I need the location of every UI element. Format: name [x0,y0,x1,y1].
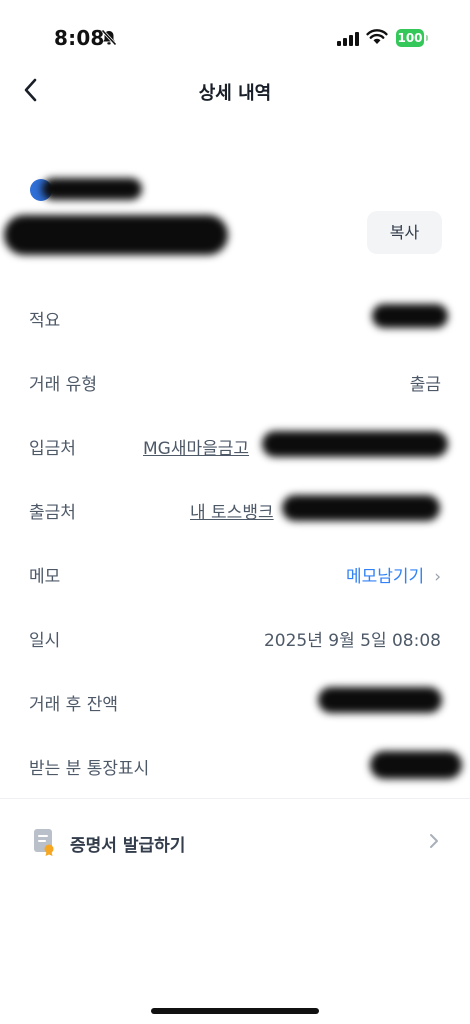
transaction-type-label: 거래 유형 [29,375,97,395]
detail-row-withdraw-from: 출금처 내 토스뱅크 [0,490,470,530]
bell-muted-icon [101,29,117,50]
detail-row-summary: 적요 [0,298,470,338]
redacted-account-name [42,178,142,200]
page-title: 상세 내역 [198,83,272,104]
redacted-withdraw-account [282,495,440,521]
wifi-icon [366,29,388,49]
summary-label: 적요 [29,311,61,331]
redacted-amount [4,215,228,255]
memo-label: 메모 [29,567,61,587]
deposit-to-link[interactable]: MG새마을금고 [143,434,249,459]
home-indicator [151,1008,319,1014]
certificate-icon [32,826,56,856]
section-divider [0,798,470,799]
detail-row-balance-after: 거래 후 잔액 [0,682,470,722]
recipient-display-label: 받는 분 통장표시 [29,759,150,779]
status-time: 8:08 [54,26,105,50]
redacted-recipient-display [370,751,462,779]
redacted-deposit-account [262,431,448,457]
datetime-label: 일시 [29,631,61,651]
battery-tip [426,35,428,41]
detail-row-memo: 메모 메모남기기 › [0,554,470,594]
detail-row-transaction-type: 거래 유형 출금 [0,362,470,402]
withdraw-from-link[interactable]: 내 토스뱅크 [190,498,274,523]
datetime-value: 2025년 9월 5일 08:08 [263,631,441,651]
deposit-to-label: 입금처 [29,439,76,459]
detail-row-deposit-to: 입금처 MG새마을금고 [0,426,470,466]
balance-after-label: 거래 후 잔액 [29,695,119,715]
redacted-balance [318,687,442,713]
chevron-right-icon: › [434,567,441,587]
status-bar: 8:08 100 [0,0,470,76]
add-memo-label: 메모남기기 [345,567,425,587]
withdraw-from-label: 출금처 [29,503,76,523]
chevron-right-icon [428,832,440,854]
detail-row-recipient-display: 받는 분 통장표시 [0,746,470,786]
cellular-signal-icon [337,31,359,50]
certificate-label: 증명서 발급하기 [70,836,186,856]
transaction-type-value: 출금 [409,375,441,395]
detail-row-datetime: 일시 2025년 9월 5일 08:08 [0,618,470,658]
add-memo-link[interactable]: 메모남기기 › [346,562,441,587]
issue-certificate-button[interactable]: 증명서 발급하기 [0,822,470,866]
redacted-summary [372,304,448,328]
copy-button[interactable]: 복사 [367,211,442,254]
battery-icon: 100 [396,29,424,47]
